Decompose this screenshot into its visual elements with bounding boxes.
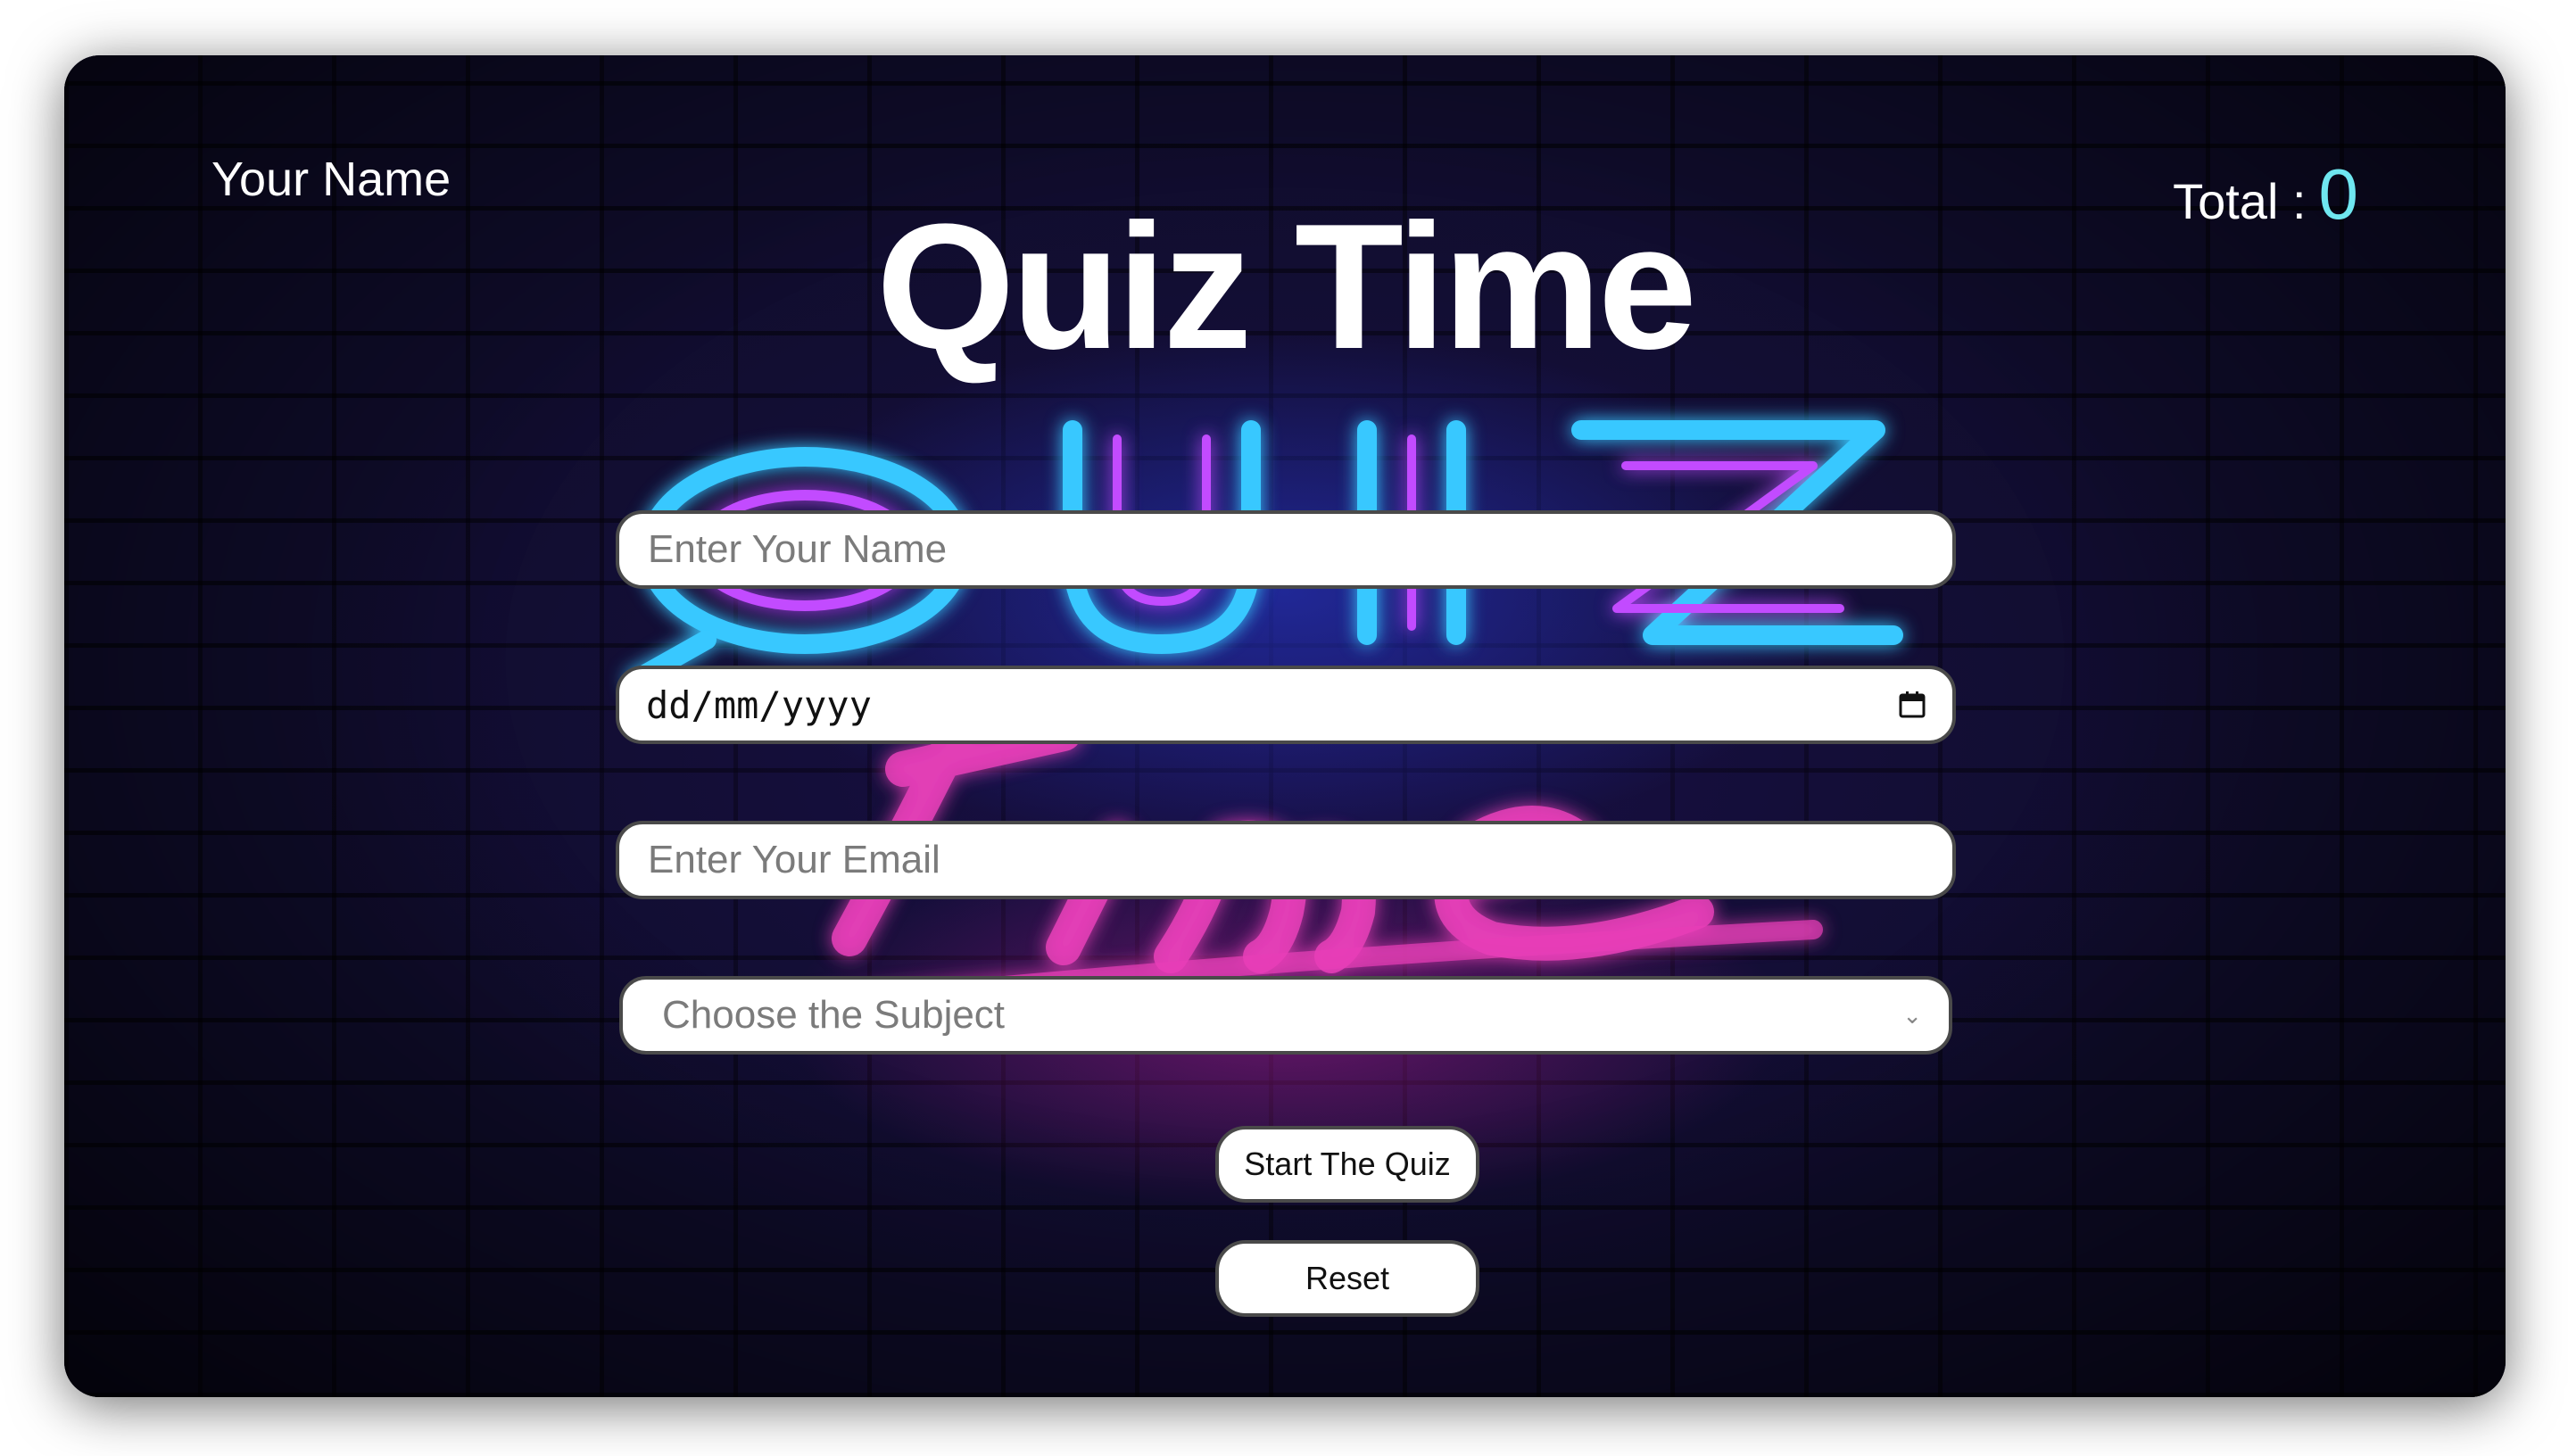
email-field[interactable] — [616, 821, 1956, 899]
email-input[interactable] — [646, 837, 1926, 883]
reset-button[interactable]: Reset — [1215, 1240, 1479, 1317]
name-field[interactable] — [616, 510, 1956, 589]
subject-select-value: Choose the Subject — [662, 993, 1006, 1037]
name-input[interactable] — [646, 526, 1926, 573]
date-field[interactable]: dd/mm/yyyy — [616, 666, 1956, 744]
subject-select[interactable]: Choose the Subject ⌄ — [619, 976, 1952, 1055]
page-title: Quiz Time — [875, 187, 1697, 386]
app-window: Your Name Quiz Time Total : 0 dd/mm/yyyy… — [64, 55, 2506, 1397]
total-value: 0 — [2318, 154, 2359, 234]
chevron-down-icon[interactable]: ⌄ — [1902, 1002, 1922, 1030]
date-input-text[interactable]: dd/mm/yyyy — [646, 683, 1899, 727]
start-quiz-button[interactable]: Start The Quiz — [1215, 1126, 1479, 1203]
calendar-icon[interactable] — [1899, 691, 1926, 718]
total-label: Total : — [2173, 173, 2307, 229]
total-score: Total : 0 — [2173, 153, 2358, 236]
